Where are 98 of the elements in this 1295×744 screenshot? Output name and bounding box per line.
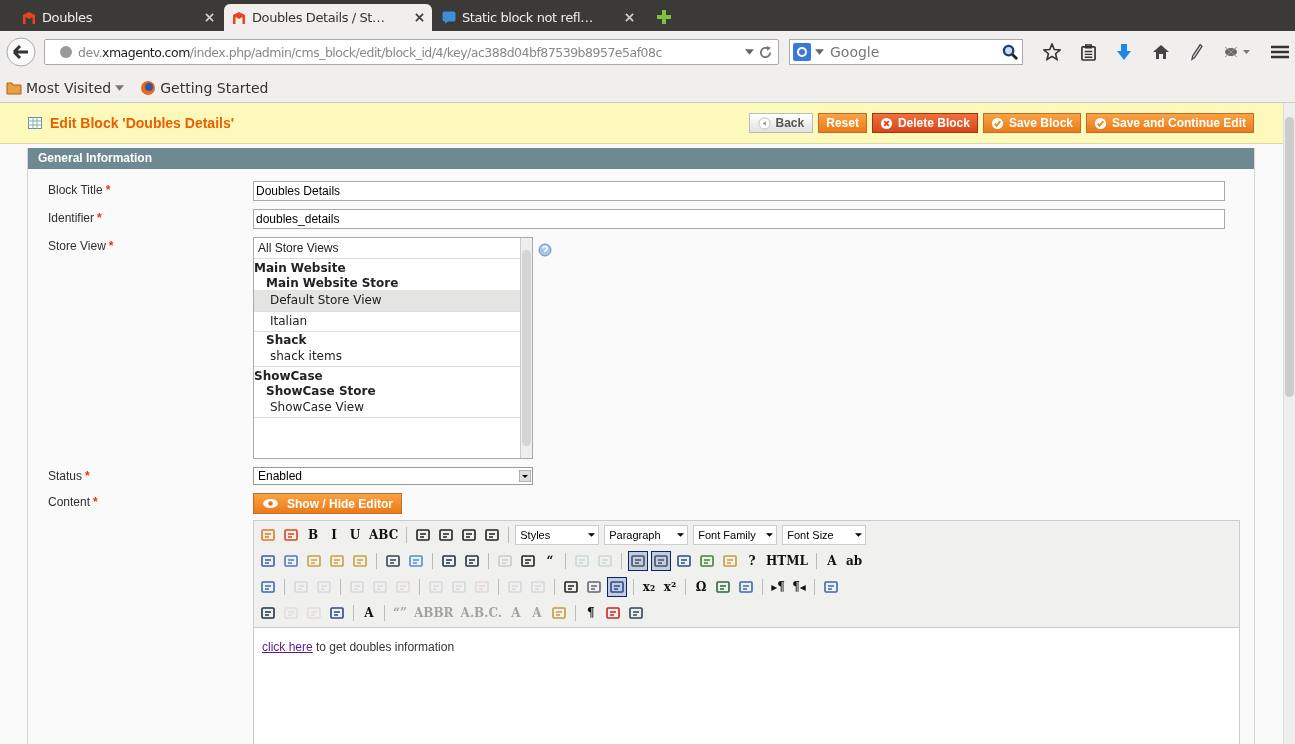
- status-select[interactable]: Enabled: [253, 467, 533, 485]
- styles-button[interactable]: A: [360, 603, 378, 623]
- strikethrough-button[interactable]: ABC: [367, 525, 401, 545]
- dropdown-icon: [519, 470, 531, 482]
- reload-icon[interactable]: [759, 45, 772, 59]
- italic-button[interactable]: I: [325, 525, 343, 545]
- back-icon[interactable]: [6, 37, 36, 67]
- scrollbar[interactable]: [520, 238, 532, 458]
- address-bar[interactable]: dev.xmagento.com/index.php/admin/cms_block/edit/block_id/4/key/ac388d04bf87539b8957e5af08c: [44, 39, 779, 65]
- special-character-button[interactable]: Ω: [692, 577, 710, 597]
- blockquote-button[interactable]: “: [541, 551, 559, 571]
- editor-area[interactable]: click here to get doubles information: [254, 628, 1239, 744]
- dropdown-icon: [855, 533, 863, 537]
- globe-icon: [140, 79, 157, 96]
- star-icon[interactable]: [1043, 43, 1061, 61]
- bold-button[interactable]: B: [304, 525, 322, 545]
- dropdown-icon: [115, 84, 125, 91]
- store-view-option[interactable]: Shack: [254, 332, 520, 347]
- text-color-button[interactable]: A: [823, 551, 841, 571]
- url-text: dev.xmagento.com/index.php/admin/cms_block/edit/block_id/4/key/ac388d04bf87539b8957e5af08c: [78, 44, 663, 60]
- clipboard-icon[interactable]: [1081, 43, 1096, 61]
- text-input[interactable]: Doubles Details: [253, 181, 1225, 201]
- browser-tab[interactable]: Doubles: [14, 4, 222, 31]
- superscript-button[interactable]: x²: [661, 577, 679, 597]
- page-title: Edit Block 'Doubles Details': [50, 115, 235, 131]
- chat-bubble-icon: [442, 10, 456, 25]
- dropdown-icon: [766, 533, 774, 537]
- bookmark-item[interactable]: Most Visited: [6, 79, 125, 96]
- close-icon[interactable]: [415, 13, 424, 22]
- dropdown-icon: [588, 533, 596, 537]
- store-view-option[interactable]: shack items: [254, 347, 520, 367]
- dropdown-icon[interactable]: [745, 49, 754, 55]
- ltr-button[interactable]: ▸¶: [769, 577, 787, 597]
- store-view-option[interactable]: All Store Views: [254, 238, 520, 259]
- header-button[interactable]: Back: [748, 113, 814, 133]
- back-icon: [757, 116, 771, 130]
- toolbar-dropdown[interactable]: Font Family: [693, 525, 778, 545]
- favicon-icon: [22, 10, 36, 25]
- link[interactable]: click here: [262, 640, 313, 654]
- content-paragraph: click here to get doubles information: [262, 640, 456, 654]
- header-button[interactable]: Delete Block: [871, 113, 978, 133]
- html-button[interactable]: HTML: [764, 551, 810, 571]
- highlight-color-button[interactable]: ab: [844, 551, 865, 571]
- browser-tab[interactable]: Static block not refl…: [434, 4, 642, 31]
- google-icon: [793, 43, 811, 61]
- subscript-button[interactable]: x₂: [640, 577, 658, 597]
- field-label: Store View: [48, 239, 106, 253]
- field-label: Content: [48, 495, 91, 509]
- bug-icon[interactable]: [1223, 44, 1251, 60]
- section-header: General Information: [28, 148, 1254, 169]
- home-icon[interactable]: [1152, 44, 1170, 60]
- scrollbar[interactable]: [1283, 103, 1295, 744]
- store-view-option[interactable]: Main Website Store: [254, 275, 520, 290]
- search-box[interactable]: Google: [789, 39, 1023, 65]
- required-mark: *: [108, 239, 114, 253]
- folder-icon: [6, 80, 22, 95]
- bookmark-item[interactable]: Getting Started: [140, 79, 269, 96]
- rtl-button[interactable]: ¶◂: [790, 577, 808, 597]
- field-label: Identifier: [48, 211, 95, 225]
- store-view-option[interactable]: ShowCase: [254, 367, 520, 383]
- store-view-option[interactable]: Default Store View: [254, 290, 520, 312]
- store-view-option[interactable]: Main Website: [254, 259, 520, 275]
- required-mark: *: [97, 211, 102, 225]
- store-view-list[interactable]: All Store Views Main Website Main Website Store Default Store View Italian Shack shack items ShowCase ShowCase Store ShowCase View: [253, 237, 533, 459]
- text-input[interactable]: doubles_details: [253, 209, 1225, 229]
- check-icon: [1094, 116, 1107, 130]
- download-icon[interactable]: [1116, 43, 1132, 61]
- toolbar-dropdown[interactable]: Font Size: [782, 525, 867, 545]
- store-view-option[interactable]: ShowCase View: [254, 398, 520, 418]
- visual-chars-button[interactable]: ¶: [581, 603, 600, 623]
- field-label: Status: [48, 469, 83, 483]
- tab-title: Doubles: [42, 10, 94, 25]
- tab-title: Static block not refl…: [462, 10, 594, 25]
- eye-icon: [262, 498, 279, 509]
- check-icon: [990, 116, 1004, 130]
- new-tab-icon[interactable]: [656, 9, 672, 25]
- store-view-option[interactable]: Italian: [254, 312, 520, 332]
- tab-title: Doubles Details / St…: [252, 10, 386, 25]
- pipette-icon[interactable]: [1190, 43, 1203, 61]
- store-view-option[interactable]: ShowCase Store: [254, 383, 520, 398]
- underline-button[interactable]: U: [346, 525, 364, 545]
- grid-icon: [28, 117, 42, 129]
- favicon-icon: [232, 10, 246, 25]
- browser-tab[interactable]: Doubles Details / St…: [224, 4, 432, 31]
- help-icon[interactable]: [538, 243, 552, 257]
- help-button[interactable]: ?: [743, 551, 761, 571]
- toolbar-dropdown[interactable]: Styles: [515, 525, 600, 545]
- field-label: Block Title: [48, 183, 103, 197]
- delete-icon: [879, 116, 893, 130]
- required-mark: *: [85, 469, 90, 483]
- required-mark: *: [105, 183, 111, 197]
- toolbar-dropdown[interactable]: Paragraph: [604, 525, 689, 545]
- menu-icon[interactable]: [1271, 45, 1289, 59]
- globe-icon: [59, 45, 73, 59]
- dropdown-icon: [677, 533, 685, 537]
- required-mark: *: [93, 495, 98, 509]
- dropdown-icon[interactable]: [815, 49, 824, 55]
- search-icon[interactable]: [1002, 43, 1019, 61]
